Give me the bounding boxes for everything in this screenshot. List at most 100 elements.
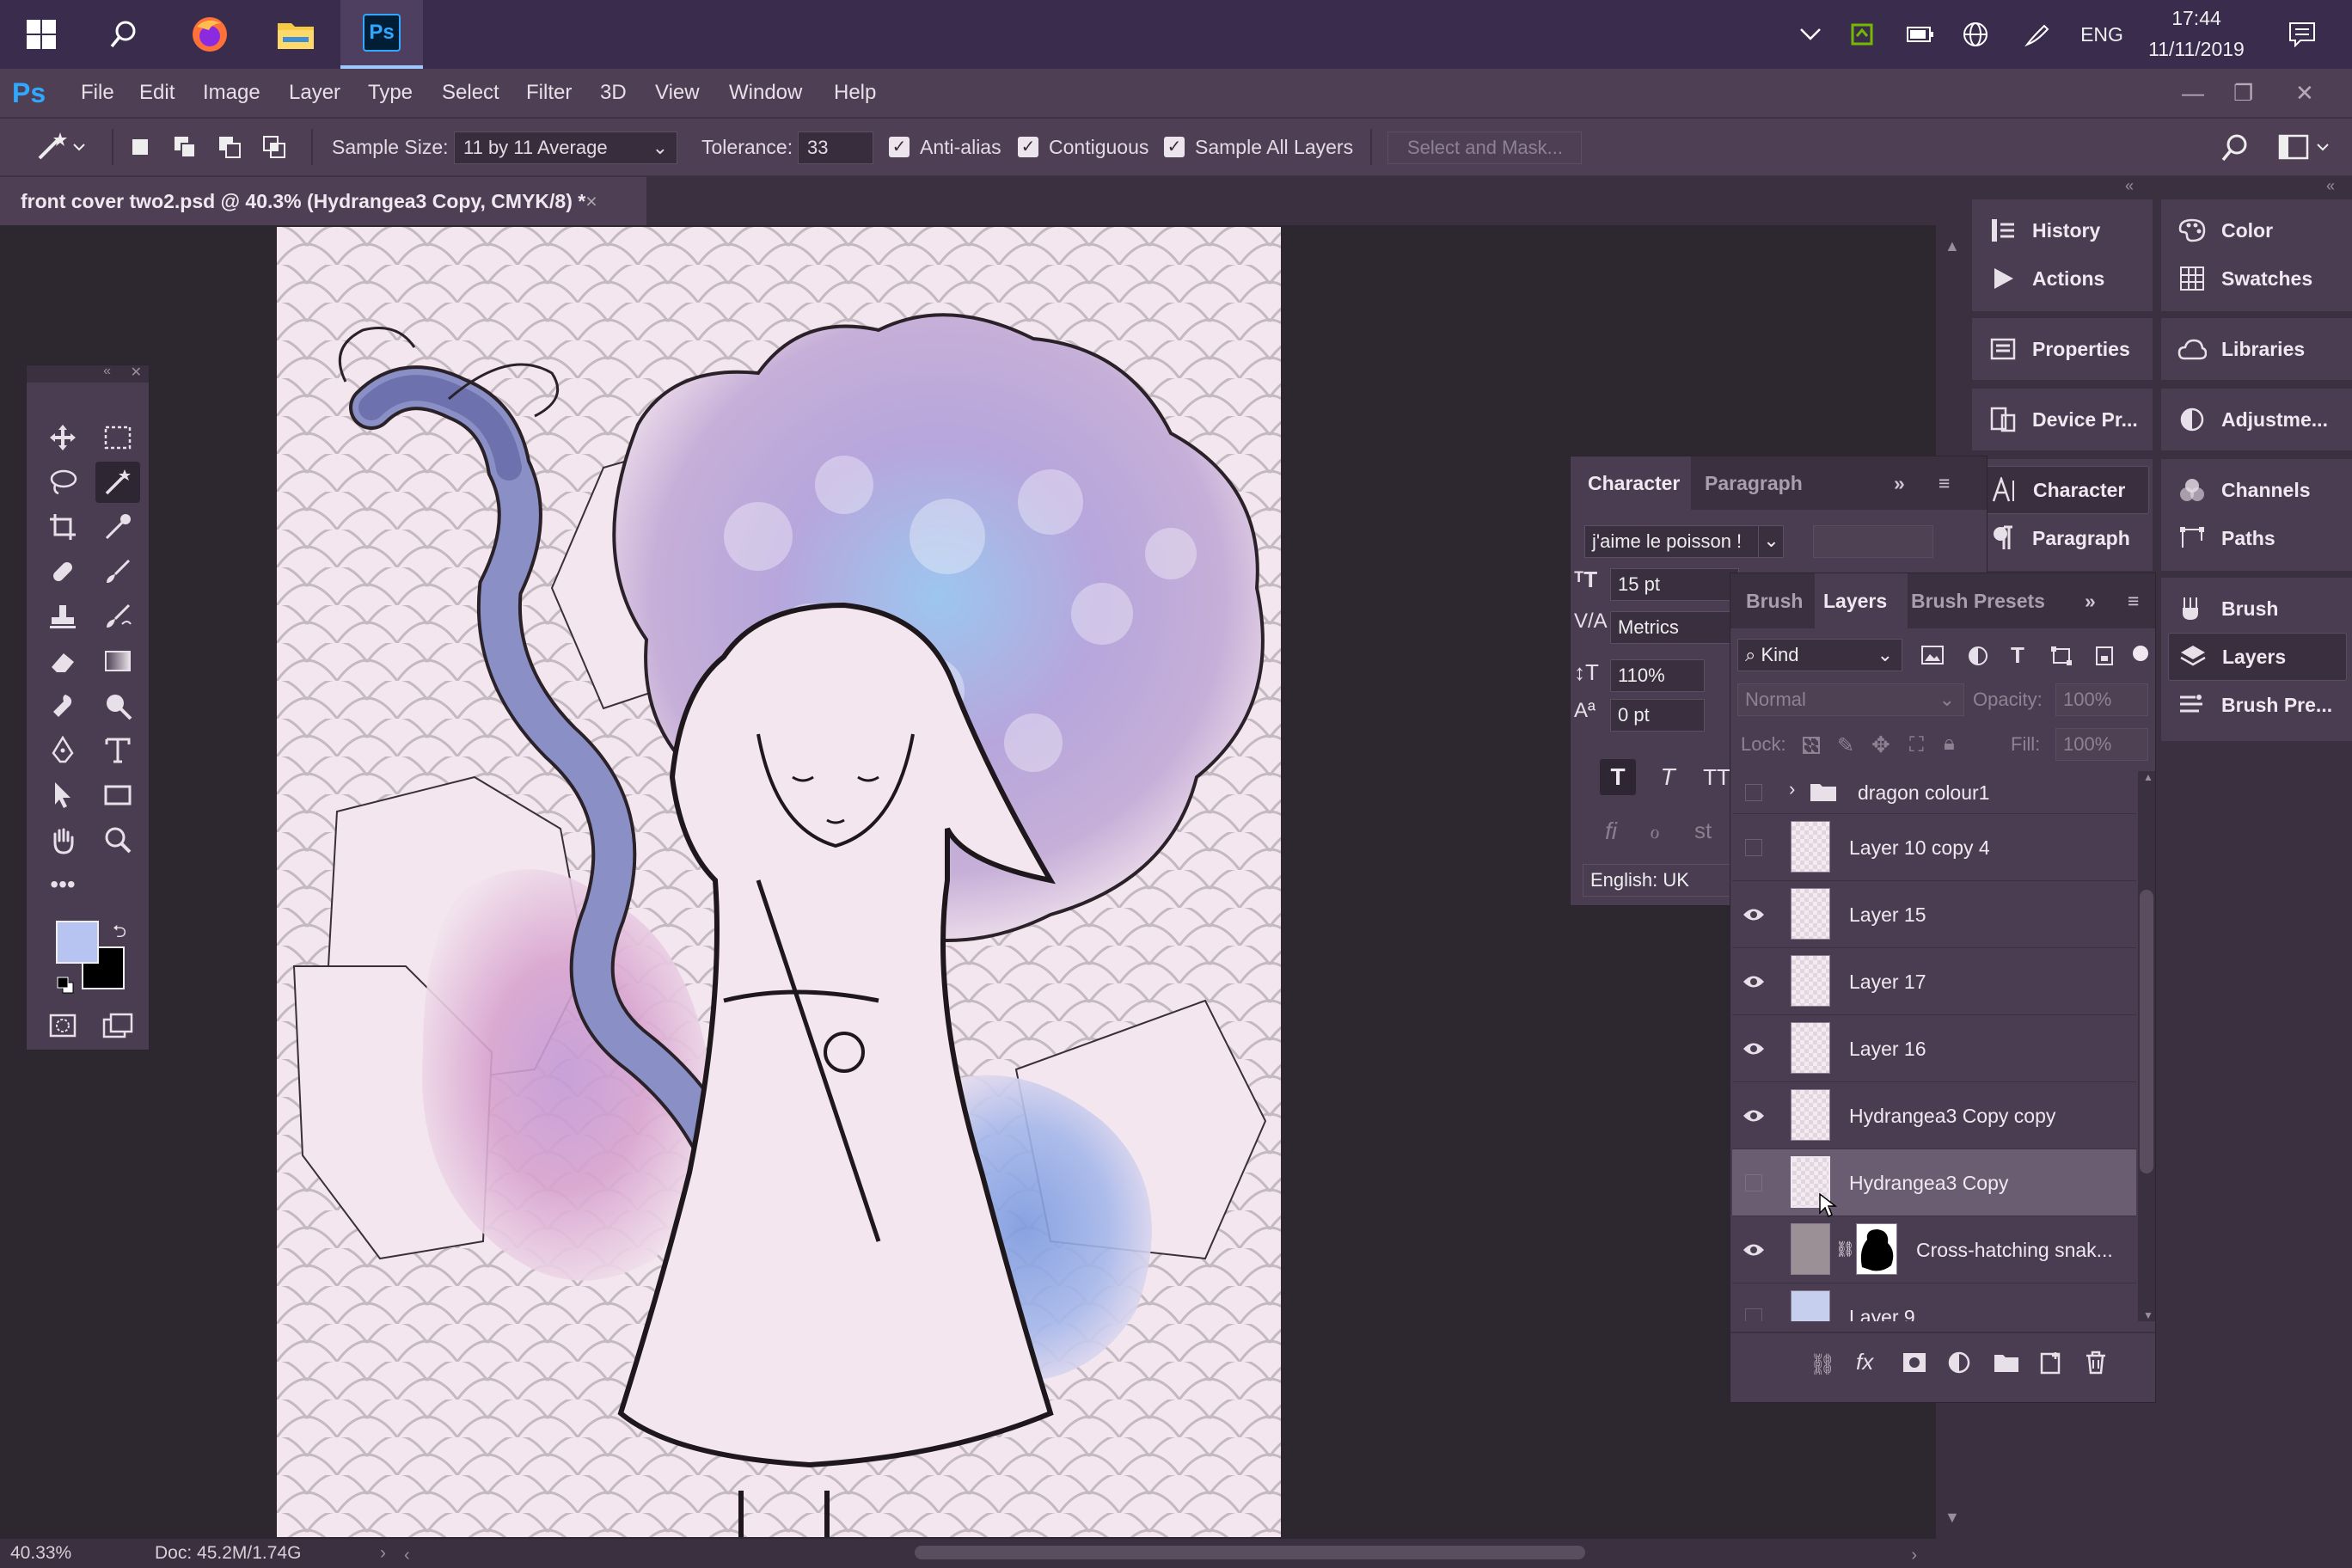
tab-brush-presets[interactable]: Brush Presets (1911, 573, 2045, 628)
contiguous-checkbox[interactable]: ✓ (1018, 137, 1038, 157)
sample-size-dropdown[interactable]: 11 by 11 Average ⌄ (454, 132, 677, 164)
menu-file[interactable]: File (81, 69, 114, 117)
more-tools-icon[interactable]: ••• (40, 864, 85, 905)
sample-all-layers-checkbox[interactable]: ✓ (1164, 137, 1185, 157)
clock-time[interactable]: 17:44 (2132, 3, 2261, 33)
dock-device-preview[interactable]: Device Pr... (1986, 395, 2149, 444)
dodge-tool-icon[interactable] (95, 685, 140, 726)
mask-link-icon[interactable]: ⛓ (1835, 1240, 1855, 1259)
magic-wand-tool-icon[interactable] (95, 462, 140, 503)
default-colors-icon[interactable] (56, 976, 75, 995)
subtract-from-selection-icon[interactable] (217, 134, 242, 160)
quick-mask-icon[interactable] (40, 1005, 85, 1046)
link-layers-icon[interactable]: ⛓ (1810, 1352, 1835, 1377)
kerning-dropdown[interactable]: Metrics (1610, 611, 1739, 644)
menu-3d[interactable]: 3D (600, 69, 627, 117)
move-tool-icon[interactable] (40, 417, 85, 458)
panel-menu-icon[interactable]: ≡ (1939, 456, 1950, 510)
close-document-icon[interactable]: × (585, 190, 597, 212)
menu-image[interactable]: Image (203, 69, 260, 117)
dock-character[interactable]: Character (1979, 466, 2149, 514)
rectangle-tool-icon[interactable] (95, 775, 140, 816)
dock-channels[interactable]: Channels (2175, 466, 2347, 514)
panel-menu-icon[interactable]: ≡ (2128, 573, 2139, 628)
scroll-right-arrow-icon[interactable]: › (1911, 1546, 1917, 1565)
layer-filter-kind-dropdown[interactable]: ⌕ Kind ⌄ (1737, 639, 1902, 671)
dock-color[interactable]: Color (2175, 206, 2347, 254)
horizontal-scroll-thumb[interactable] (915, 1546, 1585, 1559)
battery-icon[interactable] (1903, 0, 1938, 69)
tab-paragraph[interactable]: Paragraph (1705, 456, 1803, 510)
delete-layer-trash-icon[interactable] (2085, 1351, 2107, 1375)
filter-adjustment-layers-icon[interactable] (1968, 646, 1988, 666)
collapse-dock-icon-right[interactable]: « (2326, 177, 2349, 198)
expand-group-chevron-icon[interactable]: › (1789, 778, 1795, 800)
lock-artboard-icon[interactable]: ⛶ (1909, 733, 1924, 757)
nvidia-tray-icon[interactable] (1845, 0, 1879, 69)
expand-panel-icon[interactable]: » (2085, 573, 2096, 628)
tab-character[interactable]: Character (1571, 456, 1691, 510)
dock-swatches[interactable]: Swatches (2175, 254, 2347, 303)
swap-colors-icon[interactable]: ⮌ (113, 919, 126, 948)
close-window-icon[interactable]: ✕ (2295, 69, 2314, 117)
menu-layer[interactable]: Layer (289, 69, 340, 117)
font-style-dropdown[interactable] (1813, 525, 1933, 558)
font-family-dropdown[interactable]: j'aime le poisson ! ⌄ (1584, 525, 1784, 558)
foreground-color-swatch-top[interactable] (56, 921, 99, 964)
dock-brush-presets[interactable]: Brush Pre... (2175, 681, 2347, 729)
layer-row[interactable]: Layer 9 (1732, 1283, 2136, 1321)
layer-style-fx-icon[interactable]: fx (1856, 1349, 1873, 1375)
menu-select[interactable]: Select (442, 69, 499, 117)
firefox-icon[interactable] (168, 0, 251, 69)
collapse-dock-icon[interactable]: « (2125, 177, 2147, 198)
menu-help[interactable]: Help (834, 69, 876, 117)
close-panel-icon[interactable]: ✕ (131, 364, 142, 381)
lock-transparent-pixels-icon[interactable] (1803, 737, 1820, 754)
scroll-up-arrow-icon[interactable]: ▲ (1945, 237, 1960, 255)
workspace-switcher-icon[interactable] (2278, 134, 2335, 162)
dock-properties[interactable]: Properties (1986, 325, 2149, 373)
dock-adjustments[interactable]: Adjustme... (2175, 395, 2347, 444)
eye-icon[interactable] (1741, 1103, 1767, 1129)
blend-mode-dropdown[interactable]: Normal ⌄ (1737, 683, 1964, 716)
eyedropper-tool-icon[interactable] (95, 506, 140, 548)
dock-paragraph[interactable]: Paragraph (1986, 514, 2149, 562)
tolerance-input[interactable]: 33 (798, 132, 873, 164)
eye-icon[interactable] (1741, 902, 1767, 928)
new-adjustment-layer-icon[interactable] (1947, 1351, 1971, 1375)
tray-overflow-chevron-icon[interactable] (1793, 0, 1828, 69)
new-layer-icon[interactable] (2040, 1351, 2062, 1375)
pen-tool-icon[interactable] (40, 730, 85, 771)
select-and-mask-button[interactable]: Select and Mask... (1387, 132, 1582, 164)
language-dropdown[interactable]: English: UK (1583, 864, 1755, 897)
network-globe-icon[interactable] (1958, 0, 1993, 69)
gradient-tool-icon[interactable] (95, 640, 140, 682)
layer-row[interactable]: Hydrangea3 Copy copy (1732, 1082, 2136, 1149)
faux-italic-icon[interactable]: T (1650, 759, 1686, 795)
tab-brush[interactable]: Brush (1746, 573, 1803, 628)
search-icon[interactable] (2220, 132, 2251, 163)
zoom-tool-icon[interactable] (95, 819, 140, 861)
menu-edit[interactable]: Edit (139, 69, 175, 117)
visibility-toggle[interactable] (1741, 1170, 1767, 1196)
layer-mask-thumbnail[interactable] (1856, 1223, 1897, 1275)
menu-window[interactable]: Window (729, 69, 802, 117)
new-selection-mode-icon[interactable] (127, 134, 153, 160)
filter-pixel-layers-icon[interactable] (1921, 646, 1944, 665)
menu-filter[interactable]: Filter (526, 69, 572, 117)
path-selection-tool-icon[interactable] (40, 775, 85, 816)
photoshop-taskbar-button[interactable]: Ps (340, 0, 423, 69)
ligatures-icon[interactable]: fi (1605, 818, 1617, 845)
dock-libraries[interactable]: Libraries (2175, 325, 2347, 373)
layer-row[interactable]: Layer 15 (1732, 881, 2136, 948)
zoom-level[interactable]: 40.33% (10, 1539, 71, 1568)
hand-tool-icon[interactable] (40, 819, 85, 861)
collapse-panel-icon[interactable]: « (103, 364, 111, 379)
restore-window-icon[interactable]: ❐ (2233, 69, 2253, 117)
intersect-selection-icon[interactable] (261, 134, 287, 160)
filter-shape-layers-icon[interactable] (2050, 646, 2073, 666)
expand-panel-icon[interactable]: » (1894, 456, 1905, 510)
dock-actions[interactable]: Actions (1986, 254, 2149, 303)
stylistic-alternates-icon[interactable]: st (1694, 818, 1712, 844)
filter-type-layers-icon[interactable]: T (2011, 642, 2024, 669)
